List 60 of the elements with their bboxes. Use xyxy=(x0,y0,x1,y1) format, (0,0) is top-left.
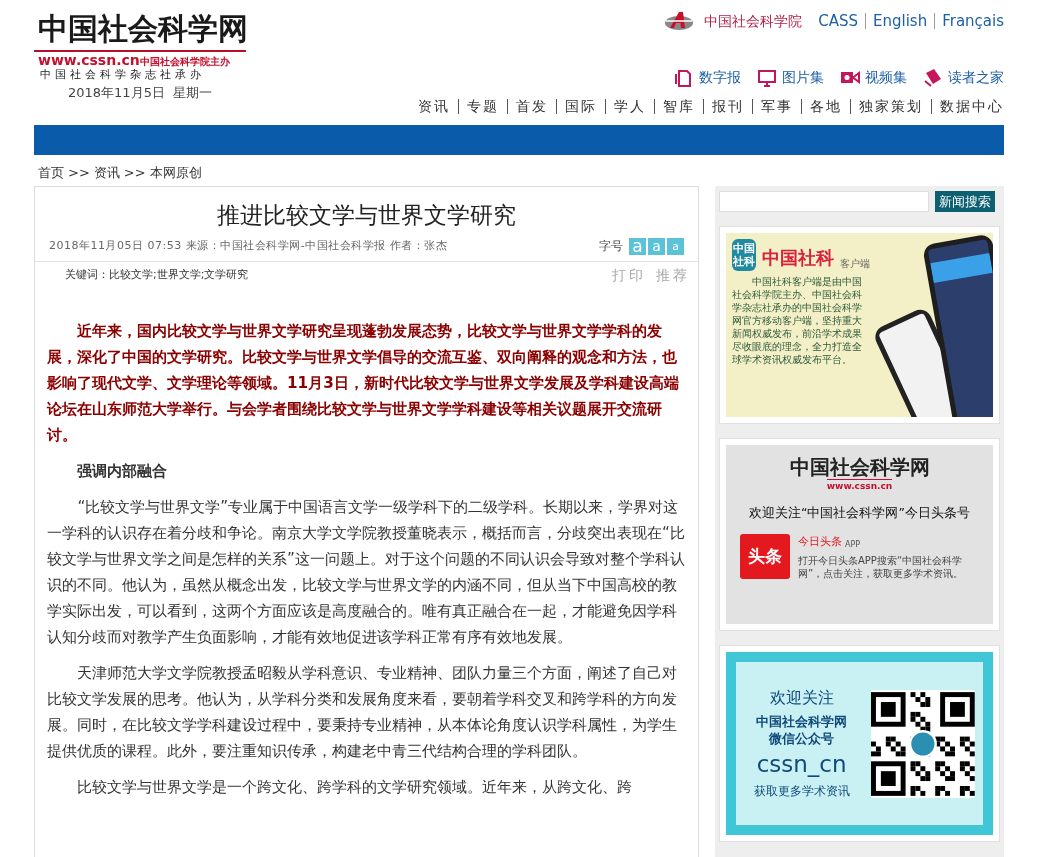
app-description: 打开今日头条APP搜索“中国社会科学网”，点击关注，获取更多学术资讯。 xyxy=(798,553,965,580)
nav-link[interactable]: 国际 xyxy=(565,95,597,117)
article-paragraph: 比较文学与世界文学是一个跨文化、跨学科的文学研究领域。近年来，从跨文化、跨 xyxy=(76,777,634,798)
app-name: 今日头条 xyxy=(798,534,842,551)
banner-name: 中国社会科学网 xyxy=(756,712,848,730)
nav-link[interactable]: 智库 xyxy=(663,95,695,117)
nav-link[interactable]: 报刊 xyxy=(712,95,744,117)
logo-sponsor: 中国社会科学院主办 xyxy=(139,55,230,68)
date-text: 2018年11月5日 星期一 xyxy=(67,85,213,101)
language-link[interactable]: English xyxy=(873,10,928,33)
app-icon: 头条 xyxy=(740,534,790,580)
article-keywords: 关键词：比较文学;世界文学;文学研究 xyxy=(65,266,249,283)
logo-publisher: 中国社会科学杂志社承办 xyxy=(39,68,206,82)
nav-link[interactable]: 专题 xyxy=(467,95,499,117)
nav-link[interactable]: 学人 xyxy=(614,95,646,117)
banner-headline: 欢迎关注“中国社会科学网”今日头条号 xyxy=(749,503,970,522)
font-size-label: 字号 xyxy=(599,238,623,255)
app-subtitle: 客户端 xyxy=(840,257,870,271)
breadcrumb-link[interactable]: 资讯 xyxy=(93,163,120,183)
article-paragraph: “比较文学与世界文学”专业属于中国语言文学一级学科下的二级学科。长期以来，学界对这一学科的认识存在着分歧和争论。南京大学文学院教授董晓表示，概括而言，分歧突出表现在“比较文学与世界文学之间是怎样的关系”这一问题上。对于这个问题的不同认识会导致对整个学科认识的不同。他认为，虽然从概念出发，比较文学与世界文学的内涵不同，但从当下中国高校的教学实际出发，可以看到，这两个方面应该是高度融合的。唯有真正融合在一起，才能避免因学科认知分歧而对教学产生负面影响，才能有效地促进该学科正常有序有效地发展。 xyxy=(47,497,686,648)
emblem-icon xyxy=(664,10,695,33)
nav-link[interactable]: 数据中心 xyxy=(940,95,1004,117)
media-link[interactable]: 数字报 xyxy=(674,66,741,88)
breadcrumb-link[interactable]: 首页 xyxy=(38,163,64,183)
search-button[interactable]: 新闻搜索 xyxy=(935,191,995,212)
media-link[interactable]: 视频集 xyxy=(840,66,907,88)
breadcrumb-link[interactable]: 本网原创 xyxy=(149,163,202,183)
article-lead: 近年来，国内比较文学与世界文学研究呈现蓬勃发展态势，比较文学与世界文学学科的发展，深化了中国的文学研究。比较文学与世界文学倡导的交流互鉴、双向阐释的观念和方法，也影响了现代文学、文学理论等领域。11月3日，新时代比较文学与世界文学发展及学科建设高端论坛在山东师范大学举行。与会学者围绕比较文学与世界文学学科建设等相关议题展开交流研讨。 xyxy=(47,321,680,446)
breadcrumb-separator: >> xyxy=(123,164,146,183)
breadcrumb-separator: >> xyxy=(68,164,90,183)
nav-link[interactable]: 军事 xyxy=(761,95,793,117)
monitor-icon xyxy=(757,67,777,87)
app-icon: 中国社科 xyxy=(732,239,756,271)
article-meta: 2018年11月05日 07:53 来源：中国社会科学网-中国社会科学报 作者：张杰 xyxy=(49,237,448,254)
tag-icon xyxy=(923,67,943,87)
wechat-id: cssn_cn xyxy=(756,749,847,779)
media-link[interactable]: 读者之家 xyxy=(923,66,1004,88)
logo-url: www.cssn.cn xyxy=(38,52,140,68)
banner-account: 微信公众号 xyxy=(769,729,835,747)
nav-link[interactable]: 首发 xyxy=(516,95,548,117)
article-title: 推进比较文学与世界文学研究 xyxy=(216,201,517,230)
banner-footer: 获取更多学术资讯 xyxy=(753,782,850,801)
search-field[interactable] xyxy=(719,191,929,212)
article-paragraph: 天津师范大学文学院教授孟昭毅从学科意识、专业精神、团队力量三个方面，阐述了自己对比较文学发展的思考。他认为，从学科分类和发展角度来看，要朝着学科交叉和跨学科的方向发展。同时，在比较文学学科建设过程中，要秉持专业精神，从本体论角度认识学科属性，为学生提供优质的课程。此外，要注重知识传承，构建老中青三代结构合理的学科团队。 xyxy=(47,663,679,762)
logo-title: 中国社会科学网 xyxy=(37,10,249,48)
document-icon xyxy=(674,67,694,87)
banner-logo-url: www.cssn.cn xyxy=(826,479,893,494)
banner-logo-title: 中国社会科学网 xyxy=(789,455,930,479)
language-link[interactable]: CASS xyxy=(818,10,858,33)
nav-link[interactable]: 独家策划 xyxy=(859,95,923,117)
media-link[interactable]: 图片集 xyxy=(757,66,824,88)
app-description: 中国社科客户端是由中国社会科学院主办、中国社会科学杂志社承办的中国社会科学网官方移动客户端，坚持重大新闻权威发布，前沿学术成果尽收眼底的理念，全力打造全球学术资讯权威发布平台。 xyxy=(732,275,863,366)
banner-welcome: 欢迎关注 xyxy=(769,686,834,709)
app-title: 中国社科 xyxy=(762,246,834,270)
app-tag: APP xyxy=(845,538,861,551)
nav-link[interactable]: 各地 xyxy=(810,95,842,117)
section-heading: 强调内部融合 xyxy=(76,461,169,482)
nav-link[interactable]: 资讯 xyxy=(418,95,450,117)
cass-link[interactable]: 中国社会科学院 xyxy=(704,10,803,32)
language-link[interactable]: Français xyxy=(942,10,1004,33)
